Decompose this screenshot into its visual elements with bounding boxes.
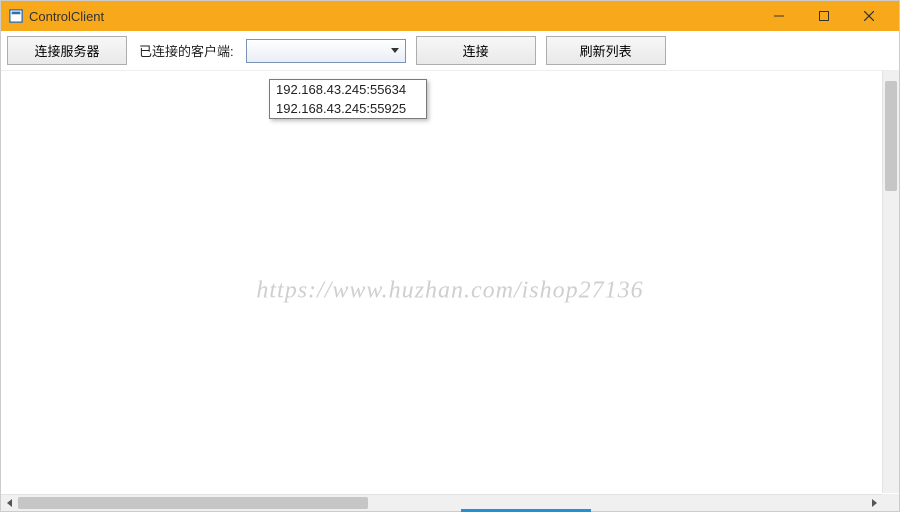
dropdown-item[interactable]: 192.168.43.245:55634 xyxy=(270,80,426,99)
client-combobox[interactable] xyxy=(246,39,406,63)
dropdown-item[interactable]: 192.168.43.245:55925 xyxy=(270,99,426,118)
app-window: ControlClient 连接服务器 已连接的客户端: 连接 刷新列表 htt… xyxy=(0,0,900,512)
scroll-right-arrow-icon[interactable] xyxy=(865,495,882,512)
horizontal-scroll-track[interactable] xyxy=(18,495,865,511)
maximize-button[interactable] xyxy=(801,1,846,31)
toolbar: 连接服务器 已连接的客户端: 连接 刷新列表 xyxy=(1,31,899,71)
minimize-button[interactable] xyxy=(756,1,801,31)
titlebar: ControlClient xyxy=(1,1,899,31)
window-title: ControlClient xyxy=(29,9,104,24)
close-button[interactable] xyxy=(846,1,891,31)
horizontal-scroll-thumb[interactable] xyxy=(18,497,368,509)
connected-clients-label: 已连接的客户端: xyxy=(137,41,236,60)
scroll-left-arrow-icon[interactable] xyxy=(1,495,18,512)
vertical-scroll-thumb[interactable] xyxy=(885,81,897,191)
connect-button[interactable]: 连接 xyxy=(416,36,536,65)
watermark-text: https://www.huzhan.com/ishop27136 xyxy=(256,278,643,305)
refresh-list-button[interactable]: 刷新列表 xyxy=(546,36,666,65)
scroll-corner xyxy=(882,494,899,511)
content-area: https://www.huzhan.com/ishop27136 xyxy=(1,71,899,511)
horizontal-scrollbar[interactable] xyxy=(1,494,882,511)
vertical-scrollbar[interactable] xyxy=(882,71,899,493)
client-dropdown-list: 192.168.43.245:55634 192.168.43.245:5592… xyxy=(269,79,427,119)
chevron-down-icon xyxy=(391,48,399,53)
connect-server-button[interactable]: 连接服务器 xyxy=(7,36,127,65)
app-icon xyxy=(9,9,23,23)
